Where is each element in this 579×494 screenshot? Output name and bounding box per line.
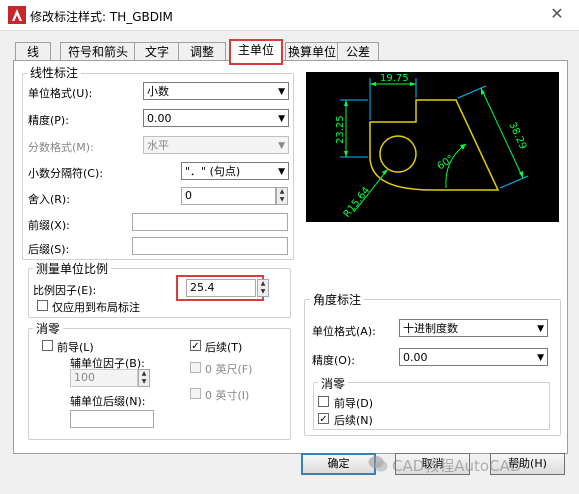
- linear-dimensions-title: 线性标注: [27, 64, 82, 81]
- angular-leading-checkbox[interactable]: [318, 396, 329, 407]
- wechat-icon: [368, 456, 388, 472]
- close-icon[interactable]: ✕: [542, 2, 572, 26]
- tab-fit[interactable]: 调整: [178, 42, 226, 61]
- arrow-head: [370, 82, 376, 86]
- angular-zero-suppression-title: 消零: [318, 375, 349, 392]
- trailing-zero-checkbox[interactable]: ✓: [190, 340, 201, 352]
- angular-precision-label: 精度(O):: [312, 354, 355, 367]
- zero-feet-label: 0 英尺(F): [205, 363, 253, 376]
- dropdown-arrow-icon: ▼: [278, 114, 285, 124]
- layout-only-label: 仅应用到布局标注: [52, 301, 140, 314]
- tab-tolerances[interactable]: 公差: [337, 42, 379, 61]
- scale-factor-label: 比例因子(E):: [33, 284, 97, 297]
- unit-format-select[interactable]: 小数 ▼: [143, 82, 289, 100]
- decimal-separator-select[interactable]: "．" (句点) ▼: [181, 162, 289, 180]
- fraction-format-value: 水平: [147, 139, 169, 152]
- zero-suppression-title: 消零: [33, 320, 64, 337]
- arrow-head: [481, 88, 485, 95]
- arrow-head: [460, 144, 466, 150]
- tab-primary-units[interactable]: 主单位: [229, 39, 283, 65]
- decimal-separator-value: "．" (句点): [185, 165, 241, 178]
- round-off-input[interactable]: 0: [181, 187, 276, 205]
- watermark-text: CAD教程AutoCAD: [392, 457, 522, 475]
- arrow-head: [519, 171, 523, 178]
- dim-angle-text: 60°: [435, 153, 456, 172]
- dropdown-arrow-icon: ▼: [537, 353, 544, 363]
- angular-unit-format-select[interactable]: 十进制度数 ▼: [399, 319, 548, 337]
- precision-label: 精度(P):: [28, 114, 69, 127]
- sub-unit-factor-input[interactable]: 100: [70, 369, 138, 387]
- arrow-head: [410, 82, 416, 86]
- angular-unit-format-value: 十进制度数: [403, 322, 458, 335]
- dim-top-text: 19.75: [380, 73, 409, 84]
- angular-trailing-label: 后续(N): [334, 414, 373, 427]
- decimal-separator-label: 小数分隔符(C):: [28, 167, 103, 180]
- zero-inches-label: 0 英寸(I): [205, 389, 250, 402]
- tab-text[interactable]: 文字: [134, 42, 180, 61]
- trailing-zero-label: 后续(T): [205, 341, 243, 354]
- dropdown-arrow-icon: ▼: [278, 167, 285, 177]
- suffix-input[interactable]: [132, 237, 288, 255]
- sub-unit-suffix-label: 辅单位后缀(N):: [70, 395, 146, 408]
- zero-feet-checkbox[interactable]: [190, 362, 201, 373]
- dropdown-arrow-icon: ▼: [278, 87, 285, 97]
- preview-pane: 19.75 23.25 38.29 60° R15.64: [306, 72, 559, 222]
- part-outline: [369, 99, 500, 191]
- dim-radius-text: R15.64: [342, 185, 373, 220]
- angular-dimensions-title: 角度标注: [310, 291, 365, 308]
- dropdown-arrow-icon: ▼: [537, 324, 544, 334]
- angular-precision-value: 0.00: [403, 351, 428, 364]
- window-title: 修改标注样式: TH_GBDIM: [30, 10, 173, 24]
- prefix-input[interactable]: [132, 213, 288, 231]
- round-off-label: 舍入(R):: [28, 193, 70, 206]
- fraction-format-label: 分数格式(M):: [28, 141, 94, 154]
- part-hole: [379, 135, 417, 173]
- arrow-head: [344, 151, 348, 157]
- preview-drawing: 19.75 23.25 38.29 60° R15.64: [335, 73, 529, 220]
- autocad-logo-icon: [8, 6, 26, 24]
- scale-factor-input[interactable]: 25.4: [186, 279, 256, 297]
- measurement-scale-title: 测量单位比例: [33, 260, 112, 277]
- zero-inches-checkbox[interactable]: [190, 388, 201, 399]
- tab-symbols-arrows[interactable]: 符号和箭头: [60, 42, 136, 61]
- angular-trailing-checkbox[interactable]: ✓: [318, 413, 329, 425]
- leading-zero-label: 前导(L): [57, 341, 94, 354]
- prefix-label: 前缀(X):: [28, 219, 70, 232]
- sub-unit-factor-spinner[interactable]: ▲ ▼: [138, 369, 150, 387]
- scale-factor-spinner[interactable]: ▲ ▼: [257, 279, 269, 297]
- angular-precision-select[interactable]: 0.00 ▼: [399, 348, 548, 366]
- layout-only-checkbox[interactable]: [37, 300, 48, 311]
- precision-select[interactable]: 0.00 ▼: [143, 109, 289, 127]
- precision-value: 0.00: [147, 112, 172, 125]
- tab-lines[interactable]: 线: [15, 42, 51, 61]
- dim-right-text: 38.29: [506, 121, 528, 152]
- extension-line: [499, 175, 529, 189]
- tab-alternate-units[interactable]: 换算单位: [285, 42, 339, 61]
- arrow-head: [344, 100, 348, 106]
- sub-unit-suffix-input[interactable]: [70, 410, 154, 428]
- suffix-label: 后缀(S):: [28, 243, 70, 256]
- ok-button[interactable]: 确定: [301, 453, 376, 475]
- unit-format-label: 单位格式(U):: [28, 87, 93, 100]
- round-off-spinner[interactable]: ▲ ▼: [276, 187, 288, 205]
- leading-zero-checkbox[interactable]: [42, 340, 53, 351]
- dim-left-text: 23.25: [335, 115, 346, 144]
- fraction-format-select[interactable]: 水平 ▼: [143, 136, 289, 154]
- arrow-head: [382, 169, 388, 175]
- angular-leading-label: 前导(D): [334, 397, 374, 410]
- unit-format-value: 小数: [147, 85, 169, 98]
- dropdown-arrow-icon: ▼: [278, 141, 285, 151]
- angular-unit-format-label: 单位格式(A):: [312, 325, 376, 338]
